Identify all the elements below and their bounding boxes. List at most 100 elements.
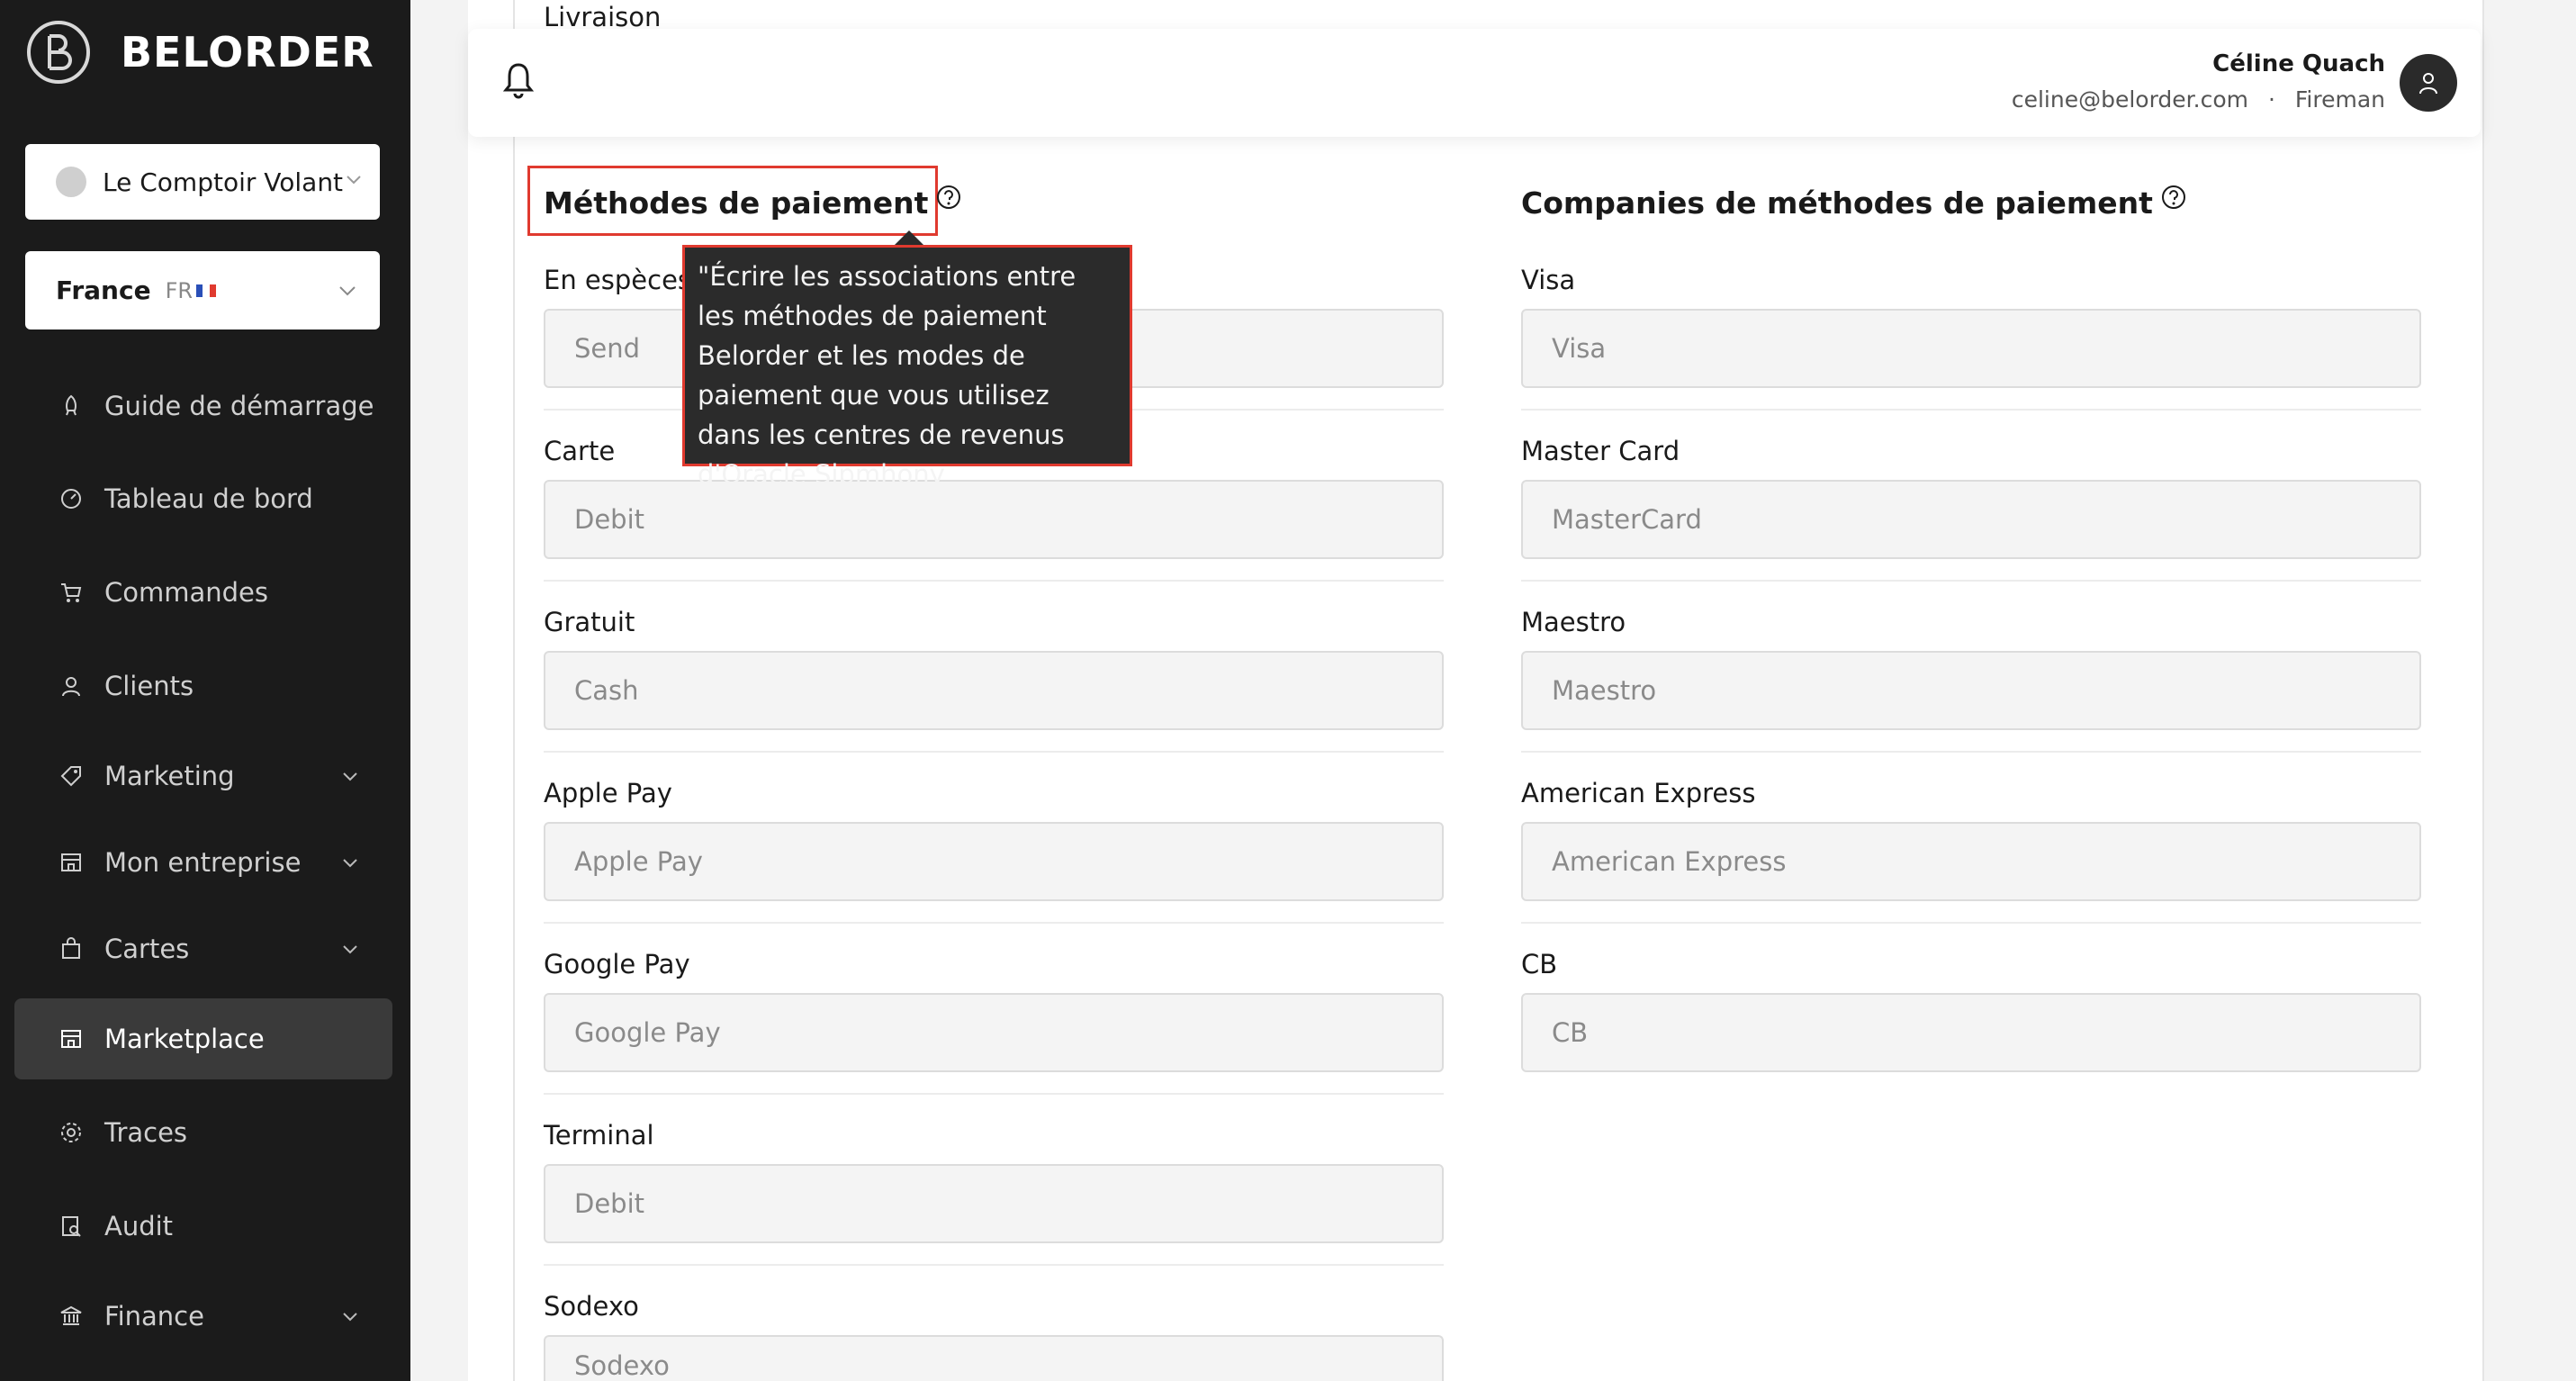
store-icon — [58, 849, 85, 876]
user-details: celine@belorder.com · Fireman — [2012, 86, 2385, 113]
rocket-icon — [58, 393, 85, 420]
brand-name: BELORDER — [121, 28, 374, 77]
field-label: Master Card — [1521, 436, 1680, 466]
chevron-down-icon — [343, 945, 357, 954]
field-label: Carte — [544, 436, 616, 466]
field-label: Maestro — [1521, 607, 1626, 637]
divider — [544, 1264, 1444, 1266]
divider — [544, 580, 1444, 582]
avatar[interactable] — [2400, 54, 2457, 112]
separator: · — [2267, 86, 2275, 113]
user-email: celine@belorder.com — [2011, 86, 2248, 113]
nav-item-dashboard[interactable]: Tableau de bord — [14, 458, 392, 539]
country-selector-value: France — [56, 275, 151, 305]
field-label: Visa — [1521, 265, 1576, 295]
nav-label: Mon entreprise — [104, 847, 302, 878]
terminal-input[interactable]: Debit — [544, 1164, 1444, 1243]
nav-label: Guide de démarrage — [104, 391, 374, 421]
field-label: Terminal — [544, 1120, 654, 1151]
field-label: Apple Pay — [544, 778, 672, 808]
chevron-down-icon — [347, 176, 361, 185]
sidebar: BELORDER Le Comptoir Volant France FR Gu… — [0, 0, 410, 1381]
nav-label: Cartes — [104, 934, 190, 964]
country-code: FR — [165, 277, 194, 303]
brand[interactable]: BELORDER — [27, 20, 374, 85]
country-selector[interactable]: France FR — [25, 251, 380, 329]
nav-label: Marketing — [104, 761, 235, 791]
nav-label: Traces — [104, 1117, 188, 1148]
user-icon — [58, 672, 85, 700]
tag-icon — [58, 763, 85, 790]
belorder-logo-icon — [27, 21, 90, 84]
nav-item-clients[interactable]: Clients — [14, 645, 392, 727]
field-label: American Express — [1521, 778, 1756, 808]
card-method-input[interactable]: Debit — [544, 480, 1444, 559]
user-role: Fireman — [2294, 86, 2385, 113]
divider — [1521, 922, 2421, 924]
field-label: Gratuit — [544, 607, 635, 637]
gauge-icon — [58, 485, 85, 512]
amex-input[interactable]: American Express — [1521, 822, 2421, 901]
help-circle-icon[interactable] — [935, 184, 962, 211]
free-method-input[interactable]: Cash — [544, 651, 1444, 730]
divider — [1521, 580, 2421, 582]
divider — [544, 751, 1444, 753]
divider — [544, 922, 1444, 924]
chevron-down-icon — [343, 1313, 357, 1322]
nav-item-traces[interactable]: Traces — [14, 1092, 392, 1173]
mastercard-input[interactable]: MasterCard — [1521, 480, 2421, 559]
bag-icon — [58, 935, 85, 962]
chevron-down-icon — [339, 286, 356, 296]
cart-icon — [58, 579, 85, 606]
top-bar: Céline Quach celine@belorder.com · Firem… — [468, 29, 2481, 137]
maestro-input[interactable]: Maestro — [1521, 651, 2421, 730]
nav-item-orders[interactable]: Commandes — [14, 552, 392, 633]
chevron-down-icon — [343, 859, 357, 868]
payment-methods-title: Méthodes de paiement — [544, 185, 962, 221]
nav-label: Finance — [104, 1301, 204, 1331]
visa-input[interactable]: Visa — [1521, 309, 2421, 388]
nav-item-company[interactable]: Mon entreprise — [14, 822, 392, 903]
nav-item-cards[interactable]: Cartes — [14, 908, 392, 989]
google-pay-input[interactable]: Google Pay — [544, 993, 1444, 1072]
field-label: CB — [1521, 949, 1558, 979]
nav-label: Marketplace — [104, 1024, 265, 1054]
nav-label: Tableau de bord — [104, 483, 313, 514]
nav-item-marketplace[interactable]: Marketplace — [14, 998, 392, 1079]
divider — [1521, 409, 2421, 411]
chevron-down-icon — [343, 772, 357, 781]
help-tooltip: "Écrire les associations entre les métho… — [682, 245, 1132, 490]
payment-companies-title-text: Companies de méthodes de paiement — [1521, 185, 2153, 221]
field-label: En espèces — [544, 265, 692, 295]
apple-pay-input[interactable]: Apple Pay — [544, 822, 1444, 901]
user-avatar-icon — [2419, 73, 2437, 95]
payment-companies-title: Companies de méthodes de paiement — [1521, 185, 2187, 221]
nav-label: Audit — [104, 1211, 174, 1241]
nav-item-audit[interactable]: Audit — [14, 1186, 392, 1267]
sodexo-input[interactable]: Sodexo — [544, 1335, 1444, 1381]
cb-input[interactable]: CB — [1521, 993, 2421, 1072]
divider — [544, 1093, 1444, 1095]
previous-section-title: Livraison — [544, 2, 662, 32]
nav-label: Commandes — [104, 577, 269, 608]
nav-label: Clients — [104, 671, 194, 701]
bell-icon[interactable] — [502, 61, 535, 99]
marketplace-icon — [58, 1025, 85, 1052]
store-selector-value: Le Comptoir Volant — [103, 167, 344, 197]
audit-icon — [58, 1213, 85, 1240]
gear-icon — [58, 1119, 85, 1146]
tooltip-arrow — [895, 230, 923, 245]
france-flag-icon — [196, 284, 217, 297]
nav-item-guide[interactable]: Guide de démarrage — [14, 366, 392, 447]
user-name: Céline Quach — [2212, 50, 2385, 77]
field-label: Google Pay — [544, 949, 690, 979]
nav-item-finance[interactable]: Finance — [14, 1276, 392, 1357]
payment-methods-title-text: Méthodes de paiement — [544, 185, 929, 221]
store-selector[interactable]: Le Comptoir Volant — [25, 144, 380, 220]
nav-item-marketing[interactable]: Marketing — [14, 736, 392, 817]
field-label: Sodexo — [544, 1291, 639, 1322]
help-circle-icon[interactable] — [2160, 184, 2187, 211]
divider — [1521, 751, 2421, 753]
store-avatar — [56, 167, 86, 197]
bank-icon — [58, 1303, 85, 1330]
